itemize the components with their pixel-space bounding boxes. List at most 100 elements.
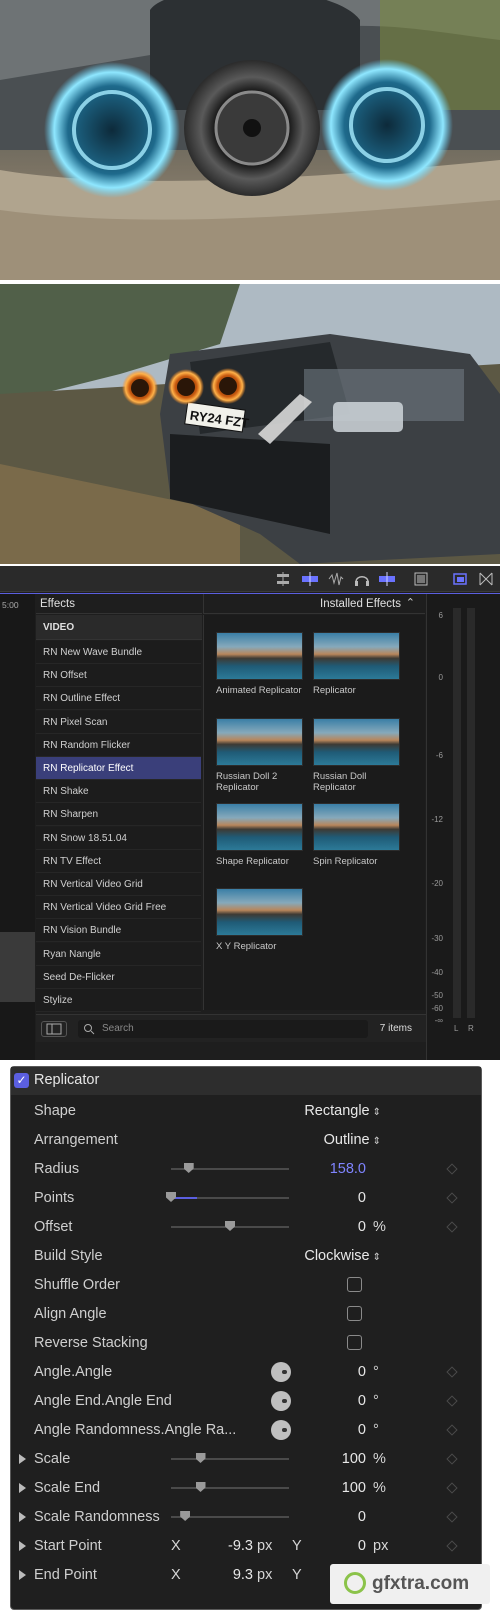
category-item[interactable]: RN Pixel Scan: [36, 710, 201, 734]
radius-slider[interactable]: [171, 1163, 289, 1173]
row-shape: Shape Rectangle ⇕: [11, 1096, 481, 1126]
scale-value[interactable]: 100: [342, 1451, 366, 1467]
replicator-enable-checkbox[interactable]: ✓: [14, 1073, 29, 1088]
offset-slider[interactable]: [171, 1221, 289, 1231]
audio-skimming-icon[interactable]: [328, 572, 344, 586]
category-item[interactable]: RN Vision Bundle: [36, 919, 201, 943]
scale-keyframe-icon[interactable]: [446, 1453, 458, 1465]
filmstrip-icon[interactable]: [413, 571, 429, 587]
category-item[interactable]: RN Snow 18.51.04: [36, 826, 201, 850]
end-point-disclosure-icon[interactable]: [19, 1570, 26, 1580]
effect-thumbnail[interactable]: [313, 718, 400, 766]
start-point-x-value[interactable]: -9.3: [228, 1538, 253, 1554]
angle-dial[interactable]: [271, 1362, 291, 1382]
snapping-icon[interactable]: [301, 572, 319, 586]
radius-label: Radius: [34, 1161, 80, 1177]
timeline-clip[interactable]: [0, 932, 35, 1002]
arrangement-value: Outline: [323, 1132, 370, 1148]
angle-end-value[interactable]: 0: [358, 1393, 366, 1409]
scale-randomness-slider-thumb[interactable]: [180, 1511, 191, 1521]
category-item[interactable]: RN Shake: [36, 780, 201, 804]
transitions-browser-icon[interactable]: [478, 571, 494, 587]
angle-randomness-dial[interactable]: [271, 1420, 291, 1440]
category-item[interactable]: RN TV Effect: [36, 849, 201, 873]
category-item[interactable]: RN Vertical Video Grid Free: [36, 896, 201, 920]
start-point-y-value[interactable]: 0: [358, 1538, 366, 1554]
category-header-label: VIDEO: [43, 622, 75, 633]
angle-randomness-value[interactable]: 0: [358, 1422, 366, 1438]
angle-end-keyframe-icon[interactable]: [446, 1395, 458, 1407]
effect-thumbnail[interactable]: [216, 632, 303, 680]
points-keyframe-icon[interactable]: [446, 1192, 458, 1204]
clip-appearance-icon[interactable]: [275, 572, 291, 586]
start-point-keyframe-icon[interactable]: [446, 1540, 458, 1552]
effects-title: Effects: [40, 598, 75, 610]
points-label: Points: [34, 1190, 75, 1206]
reverse-stacking-checkbox[interactable]: [347, 1335, 362, 1350]
align-angle-checkbox[interactable]: [347, 1306, 362, 1321]
category-item[interactable]: Stylize: [36, 989, 201, 1012]
arrangement-popup[interactable]: Outline ⇕: [324, 1132, 381, 1148]
angle-end-dial[interactable]: [271, 1391, 291, 1411]
scale-end-keyframe-icon[interactable]: [446, 1482, 458, 1494]
category-item[interactable]: Seed De-Flicker: [36, 965, 201, 989]
scale-end-slider[interactable]: [171, 1482, 289, 1492]
build-style-popup[interactable]: Clockwise ⇕: [304, 1248, 381, 1264]
row-shuffle-order: Shuffle Order: [11, 1270, 481, 1300]
radius-keyframe-icon[interactable]: [446, 1163, 458, 1175]
category-item[interactable]: RN Random Flicker: [36, 733, 201, 757]
start-point-label: Start Point: [34, 1538, 102, 1554]
scale-randomness-slider[interactable]: [171, 1511, 289, 1521]
angle-randomness-keyframe-icon[interactable]: [446, 1424, 458, 1436]
effect-name: X Y Replicator: [216, 941, 277, 952]
end-point-x-value[interactable]: 9.3: [233, 1567, 253, 1583]
category-video-header[interactable]: VIDEO: [36, 615, 202, 640]
scale-slider-thumb[interactable]: [195, 1453, 206, 1463]
category-item[interactable]: RN Outline Effect: [36, 687, 201, 711]
effect-thumbnail[interactable]: [216, 888, 303, 936]
points-value[interactable]: 0: [358, 1190, 366, 1206]
offset-keyframe-icon[interactable]: [446, 1221, 458, 1233]
shuffle-order-checkbox[interactable]: [347, 1277, 362, 1292]
category-item[interactable]: RN Sharpen: [36, 803, 201, 827]
installed-effects-popup[interactable]: Installed Effects ⌃: [203, 594, 425, 614]
scale-slider[interactable]: [171, 1453, 289, 1463]
search-input[interactable]: Search: [78, 1020, 368, 1038]
solo-icon[interactable]: [378, 572, 396, 586]
category-item[interactable]: RN Vertical Video Grid: [36, 873, 201, 896]
effect-thumbnail[interactable]: [313, 803, 400, 851]
effect-thumbnail[interactable]: [216, 718, 303, 766]
scale-end-slider-thumb[interactable]: [195, 1482, 206, 1492]
points-slider-thumb[interactable]: [166, 1192, 176, 1202]
scale-randomness-keyframe-icon[interactable]: [446, 1511, 458, 1523]
effects-browser-toggle-icon[interactable]: [452, 571, 468, 587]
radius-value[interactable]: 158.0: [330, 1161, 366, 1177]
scale-end-disclosure-icon[interactable]: [19, 1483, 26, 1493]
sidebar-toggle-button[interactable]: [41, 1021, 67, 1037]
scale-randomness-value[interactable]: 0: [358, 1509, 366, 1525]
end-point-x-label: X: [171, 1567, 181, 1583]
offset-slider-thumb[interactable]: [225, 1221, 235, 1231]
offset-unit: %: [373, 1219, 386, 1235]
meter-tick-label: -50: [431, 991, 443, 1000]
angle-value[interactable]: 0: [358, 1364, 366, 1380]
category-item[interactable]: Ryan Nangle: [36, 942, 201, 966]
category-item[interactable]: RN New Wave Bundle: [36, 641, 201, 664]
timeline-strip: 5:00: [0, 594, 35, 1060]
shape-popup[interactable]: Rectangle ⇕: [304, 1103, 381, 1119]
headphones-icon[interactable]: [354, 572, 370, 586]
row-arrangement: Arrangement Outline ⇕: [11, 1125, 481, 1155]
scale-randomness-disclosure-icon[interactable]: [19, 1512, 26, 1522]
angle-keyframe-icon[interactable]: [446, 1366, 458, 1378]
radius-slider-thumb[interactable]: [183, 1163, 194, 1173]
points-slider[interactable]: [166, 1192, 289, 1202]
scale-disclosure-icon[interactable]: [19, 1454, 26, 1464]
category-item[interactable]: RN Offset: [36, 664, 201, 688]
effect-thumbnail[interactable]: [216, 803, 303, 851]
inspector-frame: ✓ Replicator Shape Rectangle ⇕ Arrangemen…: [10, 1066, 482, 1610]
scale-end-value[interactable]: 100: [342, 1480, 366, 1496]
offset-value[interactable]: 0: [358, 1219, 366, 1235]
effect-thumbnail[interactable]: [313, 632, 400, 680]
category-item[interactable]: RN Replicator Effect: [36, 757, 201, 780]
start-point-disclosure-icon[interactable]: [19, 1541, 26, 1551]
